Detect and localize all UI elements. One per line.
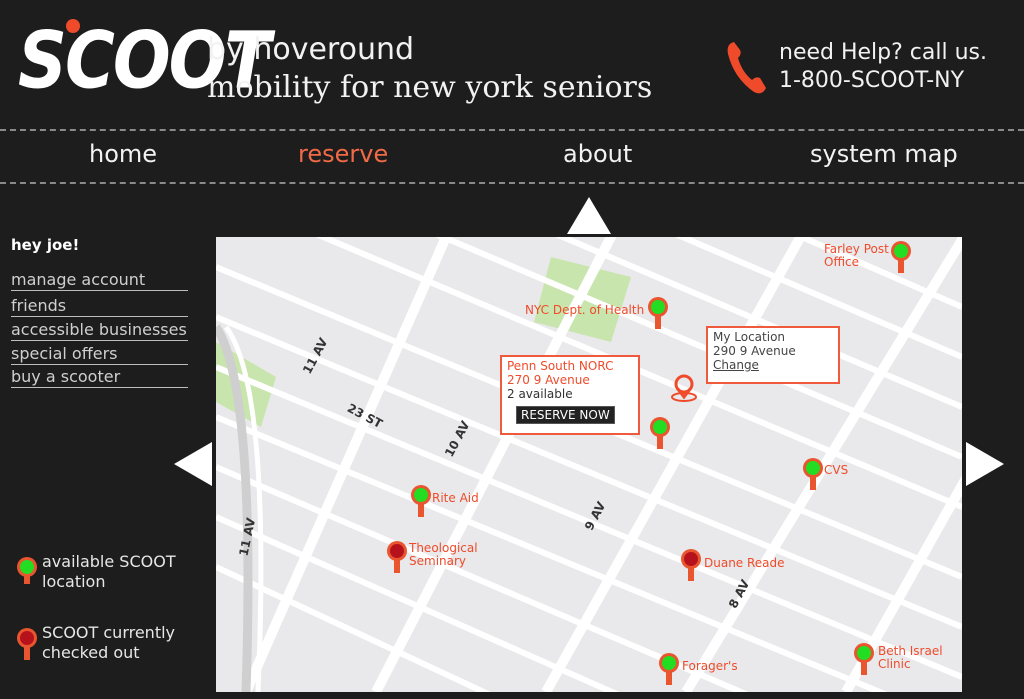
beth-israel-name-2: Clinic xyxy=(878,657,911,671)
location-pin-nyc-health[interactable] xyxy=(645,295,671,331)
tagline-brand: by hoveround xyxy=(207,32,415,67)
legend-available-line1: available SCOOT xyxy=(42,552,176,571)
location-label-theological[interactable]: Theological Seminary xyxy=(409,542,478,568)
sidebar-link-buy-scooter[interactable]: buy a scooter xyxy=(11,367,188,388)
location-pin-cvs[interactable] xyxy=(800,456,826,492)
nav-system-map[interactable]: system map xyxy=(810,140,958,168)
sidebar-link-friends[interactable]: friends xyxy=(11,296,188,317)
location-label-beth-israel[interactable]: Beth Israel Clinic xyxy=(878,645,943,671)
legend-available-line2: location xyxy=(42,572,106,591)
help-prompt: need Help? call us. xyxy=(779,40,987,65)
tagline-mission: mobility for new york seniors xyxy=(207,70,653,105)
my-location-address: 290 9 Avenue xyxy=(713,344,796,358)
legend-checked-out-line1: SCOOT currently xyxy=(42,623,176,642)
available-pin-icon xyxy=(17,557,37,584)
map-pan-left-arrow[interactable] xyxy=(174,442,212,486)
selected-location-address: 270 9 Avenue xyxy=(507,373,590,387)
selected-location-availability: 2 available xyxy=(507,387,573,401)
my-location-marker-icon xyxy=(671,374,697,402)
sidebar-link-special-offers[interactable]: special offers xyxy=(11,344,188,365)
location-pin-beth-israel[interactable] xyxy=(851,641,877,677)
location-pin-farley[interactable] xyxy=(888,239,914,275)
selected-location-name: Penn South NORC xyxy=(507,359,614,373)
scooter-person-icon xyxy=(66,19,80,33)
my-location-callout: My Location 290 9 Avenue Change xyxy=(706,326,840,384)
location-label-rite-aid[interactable]: Rite Aid xyxy=(432,492,479,505)
map-pan-up-arrow[interactable] xyxy=(567,197,611,234)
location-label-nyc-health[interactable]: NYC Dept. of Health xyxy=(525,304,644,317)
location-pin-duane-reade[interactable] xyxy=(678,547,704,583)
sidebar-link-accessible-businesses[interactable]: accessible businesses xyxy=(11,320,188,341)
header-divider xyxy=(0,129,1024,131)
nav-about[interactable]: about xyxy=(563,140,632,168)
nav-home[interactable]: home xyxy=(89,140,157,168)
location-label-farley[interactable]: Farley Post Office xyxy=(824,243,889,269)
my-location-title: My Location xyxy=(713,330,786,344)
phone-handset-icon xyxy=(727,42,766,94)
location-pin-penn-south[interactable] xyxy=(647,415,673,451)
location-label-foragers[interactable]: Forager's xyxy=(682,660,738,673)
nav-reserve[interactable]: reserve xyxy=(298,140,388,168)
my-location-change-link[interactable]: Change xyxy=(713,358,833,372)
theological-name-2: Seminary xyxy=(409,554,467,568)
farley-name-2: Office xyxy=(824,255,860,269)
help-phone-number[interactable]: 1-800-SCOOT-NY xyxy=(779,68,964,93)
map-pan-right-arrow[interactable] xyxy=(966,442,1004,486)
sidebar-link-manage-account[interactable]: manage account xyxy=(11,270,188,291)
location-label-cvs[interactable]: CVS xyxy=(824,464,848,477)
legend-checked-out-line2: checked out xyxy=(42,643,140,662)
location-pin-rite-aid[interactable] xyxy=(408,483,434,519)
legend-available-label: available SCOOT location xyxy=(42,552,176,592)
location-pin-theological[interactable] xyxy=(384,539,410,575)
legend-checked-out-label: SCOOT currently checked out xyxy=(42,623,175,663)
greeting: hey joe! xyxy=(11,236,80,254)
reserve-now-button[interactable]: RESERVE NOW xyxy=(516,406,615,424)
system-map[interactable]: 11 AV 23 ST 10 AV 9 AV 11 AV 8 AV Farley… xyxy=(216,237,962,692)
nav-divider xyxy=(0,182,1024,184)
location-pin-foragers[interactable] xyxy=(656,651,682,687)
location-label-duane-reade[interactable]: Duane Reade xyxy=(704,557,785,570)
scoot-logo[interactable]: SCOOT xyxy=(18,14,271,107)
checked-out-pin-icon xyxy=(17,628,37,660)
